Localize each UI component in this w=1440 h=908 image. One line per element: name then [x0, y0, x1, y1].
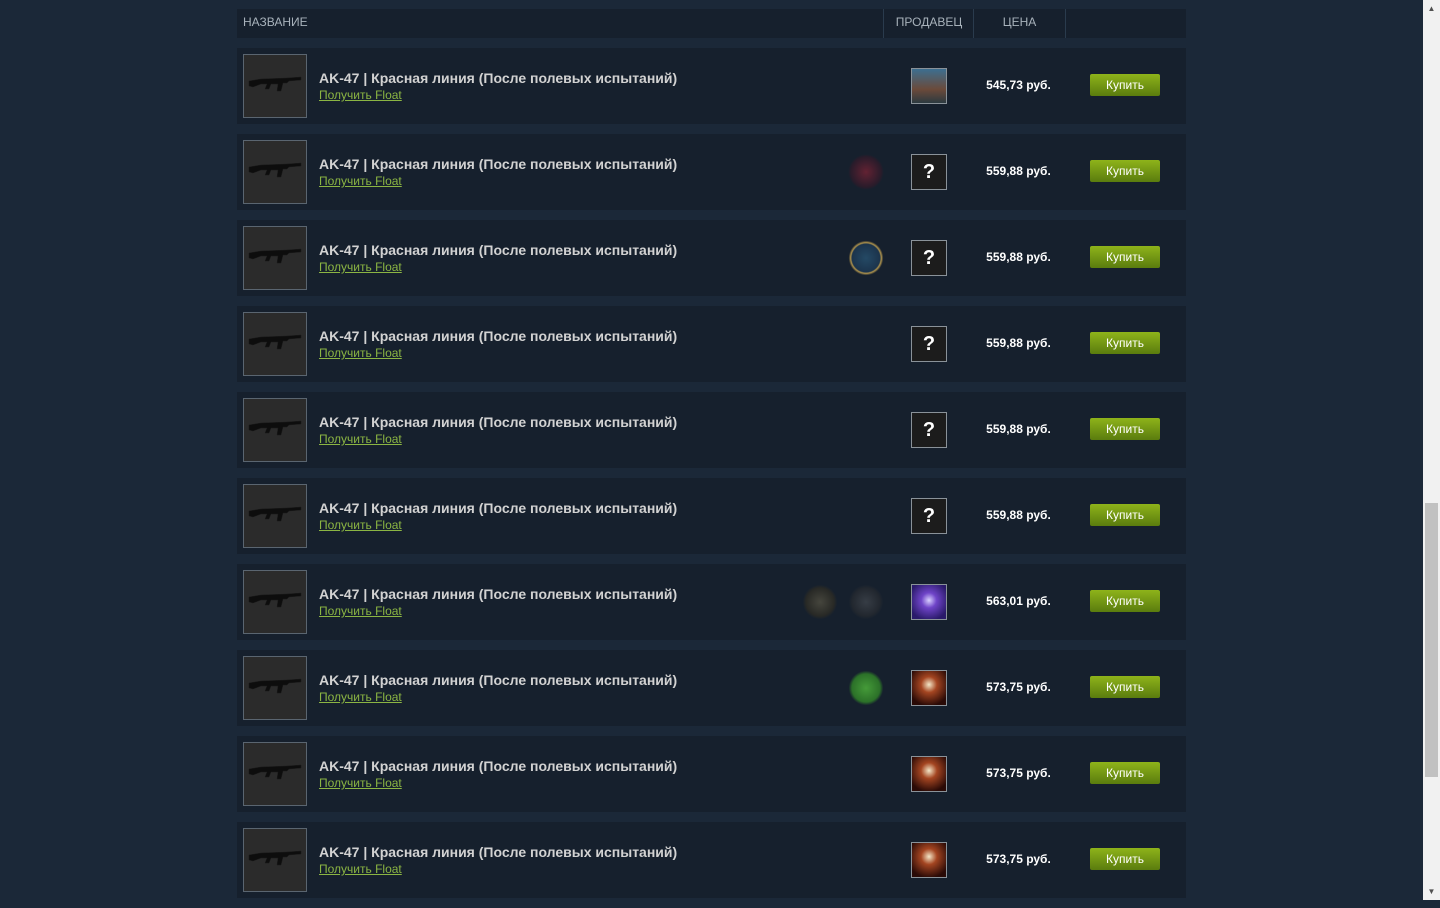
header-seller[interactable]: ПРОДАВЕЦ — [883, 9, 974, 38]
item-price: 559,88 руб. — [986, 164, 1051, 178]
get-float-link[interactable]: Получить Float — [319, 346, 402, 360]
scroll-down-arrow-icon[interactable]: ▼ — [1423, 883, 1440, 900]
sticker-list — [848, 154, 884, 192]
buy-button[interactable]: Купить — [1090, 504, 1160, 526]
scrollbar-thumb[interactable] — [1425, 503, 1438, 777]
item-price: 559,88 руб. — [986, 336, 1051, 350]
header-price[interactable]: ЦЕНА — [973, 9, 1066, 38]
buy-button[interactable]: Купить — [1090, 160, 1160, 182]
seller-avatar[interactable]: ? — [911, 326, 947, 362]
sticker-list — [848, 240, 884, 278]
seller-avatar-label: ? — [922, 332, 936, 355]
scroll-up-arrow-icon[interactable]: ▲ — [1423, 0, 1440, 17]
sticker-icon — [848, 240, 884, 276]
item-price: 573,75 руб. — [986, 852, 1051, 866]
listing-row: AK-47 | Красная линия (После полевых исп… — [237, 564, 1186, 640]
item-name[interactable]: AK-47 | Красная линия (После полевых исп… — [319, 156, 677, 172]
item-thumbnail[interactable] — [243, 398, 307, 462]
seller-avatar-label: ? — [922, 246, 936, 269]
buy-button[interactable]: Купить — [1090, 418, 1160, 440]
seller-avatar-label: ? — [922, 160, 936, 183]
get-float-link[interactable]: Получить Float — [319, 776, 402, 790]
buy-button[interactable]: Купить — [1090, 762, 1160, 784]
buy-button[interactable]: Купить — [1090, 676, 1160, 698]
get-float-link[interactable]: Получить Float — [319, 518, 402, 532]
item-thumbnail[interactable] — [243, 570, 307, 634]
seller-avatar-label: ? — [922, 504, 936, 527]
listing-row: AK-47 | Красная линия (После полевых исп… — [237, 48, 1186, 124]
buy-button[interactable]: Купить — [1090, 590, 1160, 612]
buy-button[interactable]: Купить — [1090, 848, 1160, 870]
listing-row: AK-47 | Красная линия (После полевых исп… — [237, 650, 1186, 726]
seller-avatar[interactable] — [911, 584, 947, 620]
item-name[interactable]: AK-47 | Красная линия (После полевых исп… — [319, 500, 677, 516]
item-price: 573,75 руб. — [986, 680, 1051, 694]
item-name[interactable]: AK-47 | Красная линия (После полевых исп… — [319, 242, 677, 258]
sticker-icon — [848, 154, 884, 190]
seller-avatar[interactable]: ? — [911, 498, 947, 534]
get-float-link[interactable]: Получить Float — [319, 174, 402, 188]
item-price: 563,01 руб. — [986, 594, 1051, 608]
item-thumbnail[interactable] — [243, 312, 307, 376]
sticker-icon — [802, 584, 838, 620]
get-float-link[interactable]: Получить Float — [319, 88, 402, 102]
buy-button[interactable]: Купить — [1090, 74, 1160, 96]
get-float-link[interactable]: Получить Float — [319, 690, 402, 704]
item-name[interactable]: AK-47 | Красная линия (После полевых исп… — [319, 586, 677, 602]
item-thumbnail[interactable] — [243, 226, 307, 290]
item-name[interactable]: AK-47 | Красная линия (После полевых исп… — [319, 758, 677, 774]
item-price: 545,73 руб. — [986, 78, 1051, 92]
listing-row: AK-47 | Красная линия (После полевых исп… — [237, 306, 1186, 382]
sticker-list — [802, 584, 884, 622]
item-thumbnail[interactable] — [243, 742, 307, 806]
seller-avatar[interactable] — [911, 756, 947, 792]
item-name[interactable]: AK-47 | Красная линия (После полевых исп… — [319, 844, 677, 860]
page-scrollbar[interactable]: ▲ ▼ — [1423, 0, 1440, 900]
get-float-link[interactable]: Получить Float — [319, 604, 402, 618]
listing-row: AK-47 | Красная линия (После полевых исп… — [237, 822, 1186, 898]
seller-avatar[interactable] — [911, 842, 947, 878]
market-listing-table: НАЗВАНИЕ ПРОДАВЕЦ ЦЕНА AK-47 | Красная л… — [237, 9, 1186, 908]
item-price: 559,88 руб. — [986, 508, 1051, 522]
item-price: 559,88 руб. — [986, 250, 1051, 264]
seller-avatar[interactable]: ? — [911, 154, 947, 190]
item-price: 559,88 руб. — [986, 422, 1051, 436]
listing-rows: AK-47 | Красная линия (После полевых исп… — [237, 48, 1186, 898]
item-thumbnail[interactable] — [243, 656, 307, 720]
get-float-link[interactable]: Получить Float — [319, 862, 402, 876]
listing-row: AK-47 | Красная линия (После полевых исп… — [237, 392, 1186, 468]
listing-row: AK-47 | Красная линия (После полевых исп… — [237, 478, 1186, 554]
header-name[interactable]: НАЗВАНИЕ — [243, 9, 308, 38]
seller-avatar[interactable]: ? — [911, 412, 947, 448]
item-thumbnail[interactable] — [243, 140, 307, 204]
buy-button[interactable]: Купить — [1090, 246, 1160, 268]
item-thumbnail[interactable] — [243, 54, 307, 118]
listing-row: AK-47 | Красная линия (После полевых исп… — [237, 134, 1186, 210]
get-float-link[interactable]: Получить Float — [319, 432, 402, 446]
buy-button[interactable]: Купить — [1090, 332, 1160, 354]
seller-avatar[interactable]: ? — [911, 240, 947, 276]
seller-avatar[interactable] — [911, 670, 947, 706]
item-thumbnail[interactable] — [243, 828, 307, 892]
item-name[interactable]: AK-47 | Красная линия (После полевых исп… — [319, 70, 677, 86]
sticker-icon — [848, 584, 884, 620]
item-name[interactable]: AK-47 | Красная линия (После полевых исп… — [319, 672, 677, 688]
item-name[interactable]: AK-47 | Красная линия (После полевых исп… — [319, 414, 677, 430]
item-thumbnail[interactable] — [243, 484, 307, 548]
seller-avatar[interactable] — [911, 68, 947, 104]
item-price: 573,75 руб. — [986, 766, 1051, 780]
sticker-icon — [848, 670, 884, 706]
sticker-list — [848, 670, 884, 708]
item-name[interactable]: AK-47 | Красная линия (После полевых исп… — [319, 328, 677, 344]
listing-header: НАЗВАНИЕ ПРОДАВЕЦ ЦЕНА — [237, 9, 1186, 38]
listing-row: AK-47 | Красная линия (После полевых исп… — [237, 220, 1186, 296]
listing-row: AK-47 | Красная линия (После полевых исп… — [237, 736, 1186, 812]
seller-avatar-label: ? — [922, 418, 936, 441]
get-float-link[interactable]: Получить Float — [319, 260, 402, 274]
